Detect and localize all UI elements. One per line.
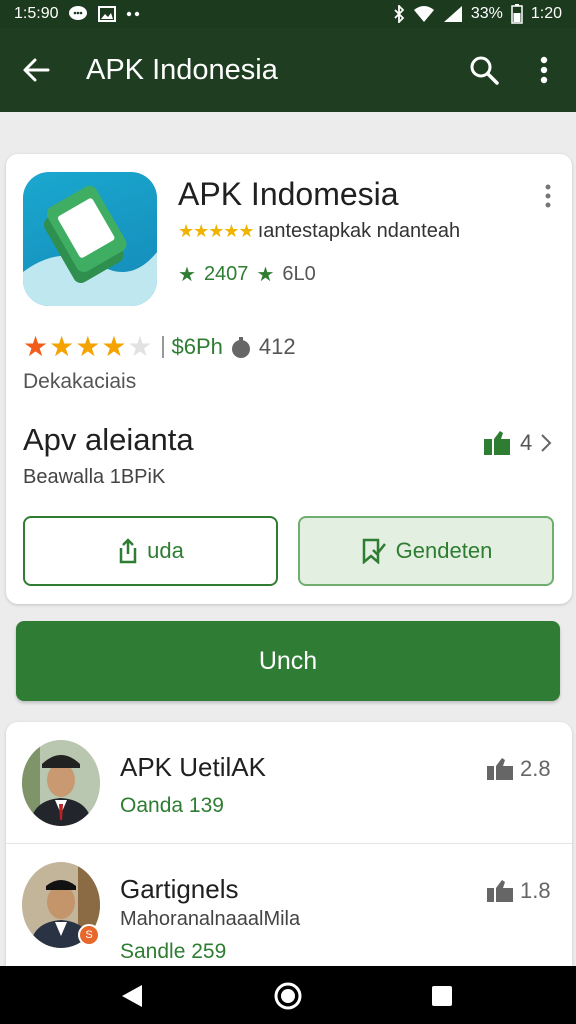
thumbs-up-icon (484, 431, 510, 455)
star-icon: ★ (178, 264, 196, 286)
status-bar: 1:5:90 33% 1:20 (0, 0, 576, 28)
nav-recents-button[interactable] (424, 978, 460, 1014)
chevron-right-icon (541, 434, 552, 452)
badge-icon: S (78, 924, 100, 946)
wishlist-button[interactable]: Gendeten (298, 516, 554, 586)
phone-app-logo-icon (23, 185, 157, 306)
card-overflow-button[interactable] (536, 180, 560, 212)
category-label: Dekakaciais (23, 370, 137, 393)
square-recents-icon (432, 986, 452, 1006)
section-subtitle: Beawalla 1BPiK (23, 466, 166, 488)
list-item[interactable]: APK UetilAK Oanda 139 2.8 (6, 722, 572, 844)
bluetooth-icon (393, 5, 405, 23)
thumbs-up-icon (487, 880, 513, 902)
arrow-back-icon (23, 58, 50, 82)
rating-stars-icon: ★★★★★ (23, 331, 154, 362)
install-button[interactable]: Unch (16, 621, 560, 701)
developer-name: ıantestapkak ndanteah (257, 220, 461, 242)
list-item-subtitle: MahoranalnaaalMila (120, 908, 301, 930)
downloads-count: 412 (258, 333, 296, 359)
search-icon (470, 56, 499, 85)
list-item-title: APK UetilAK (120, 752, 266, 782)
avatar (22, 740, 100, 826)
price: $6Ph (171, 333, 223, 359)
home-circle-icon (274, 982, 302, 1010)
section-count: 4 (520, 430, 533, 455)
status-time-right: 1:20 (530, 5, 562, 22)
small-stars-icon: ★★★★★ (178, 221, 255, 241)
list-item-count-group: 2.8 (486, 756, 551, 782)
battery-icon (511, 4, 523, 24)
list-item-meta: Sandle 259 (120, 940, 227, 963)
meta-size: 6L0 (282, 263, 316, 285)
download-icon (231, 336, 250, 358)
star-icon: ★ (256, 264, 275, 286)
developer-row: ★★★★★ ıantestapkak ndanteah (178, 220, 460, 243)
rating-row: ★★★★★ $6Ph 412 (23, 330, 296, 363)
related-list: APK UetilAK Oanda 139 2.8 S Gartignels M… (6, 722, 572, 982)
app-icon[interactable] (23, 172, 157, 306)
chat-notification-icon (68, 5, 88, 23)
list-item-count: 1.8 (520, 878, 551, 903)
share-button-label: uda (147, 538, 184, 563)
list-item-subtitle: Oanda 139 (120, 794, 224, 817)
search-button[interactable] (466, 52, 502, 88)
share-icon (119, 538, 137, 564)
list-item-count-group: 1.8 (486, 878, 551, 904)
section-link[interactable]: 4 (482, 430, 552, 456)
nav-home-button[interactable] (270, 978, 306, 1014)
status-time-left: 1:5:90 (14, 5, 59, 22)
signal-icon (443, 5, 463, 23)
back-button[interactable] (18, 52, 54, 88)
page-title: APK Indonesia (86, 54, 278, 86)
divider (161, 335, 164, 358)
triangle-back-icon (122, 985, 142, 1007)
downloads: 412 (229, 334, 296, 360)
share-button[interactable]: uda (23, 516, 278, 586)
app-bar: APK Indonesia (0, 28, 576, 112)
section-title: Apv aleianta (23, 422, 194, 457)
more-vert-icon (545, 184, 551, 208)
meta-row: ★ 2407 ★ 6L0 (178, 262, 316, 287)
bookmark-icon (362, 538, 386, 564)
app-name: APK Indomesia (178, 176, 399, 212)
thumbs-up-icon (487, 758, 513, 780)
more-notifications-icon (126, 11, 140, 17)
meta-rating: 2407 (203, 263, 249, 285)
list-item-title: Gartignels (120, 874, 239, 904)
list-item-count: 2.8 (520, 756, 551, 781)
battery-percent: 33% (470, 5, 503, 22)
image-notification-icon (98, 6, 117, 22)
more-vert-icon (540, 56, 548, 84)
wifi-icon (413, 5, 435, 23)
system-nav-bar (0, 966, 576, 1024)
overflow-menu-button[interactable] (526, 52, 562, 88)
list-item[interactable]: S Gartignels MahoranalnaaalMila Sandle 2… (6, 844, 572, 966)
wishlist-button-label: Gendeten (395, 538, 493, 563)
nav-back-button[interactable] (114, 978, 150, 1014)
app-detail-card: APK Indomesia ★★★★★ ıantestapkak ndantea… (6, 154, 572, 604)
